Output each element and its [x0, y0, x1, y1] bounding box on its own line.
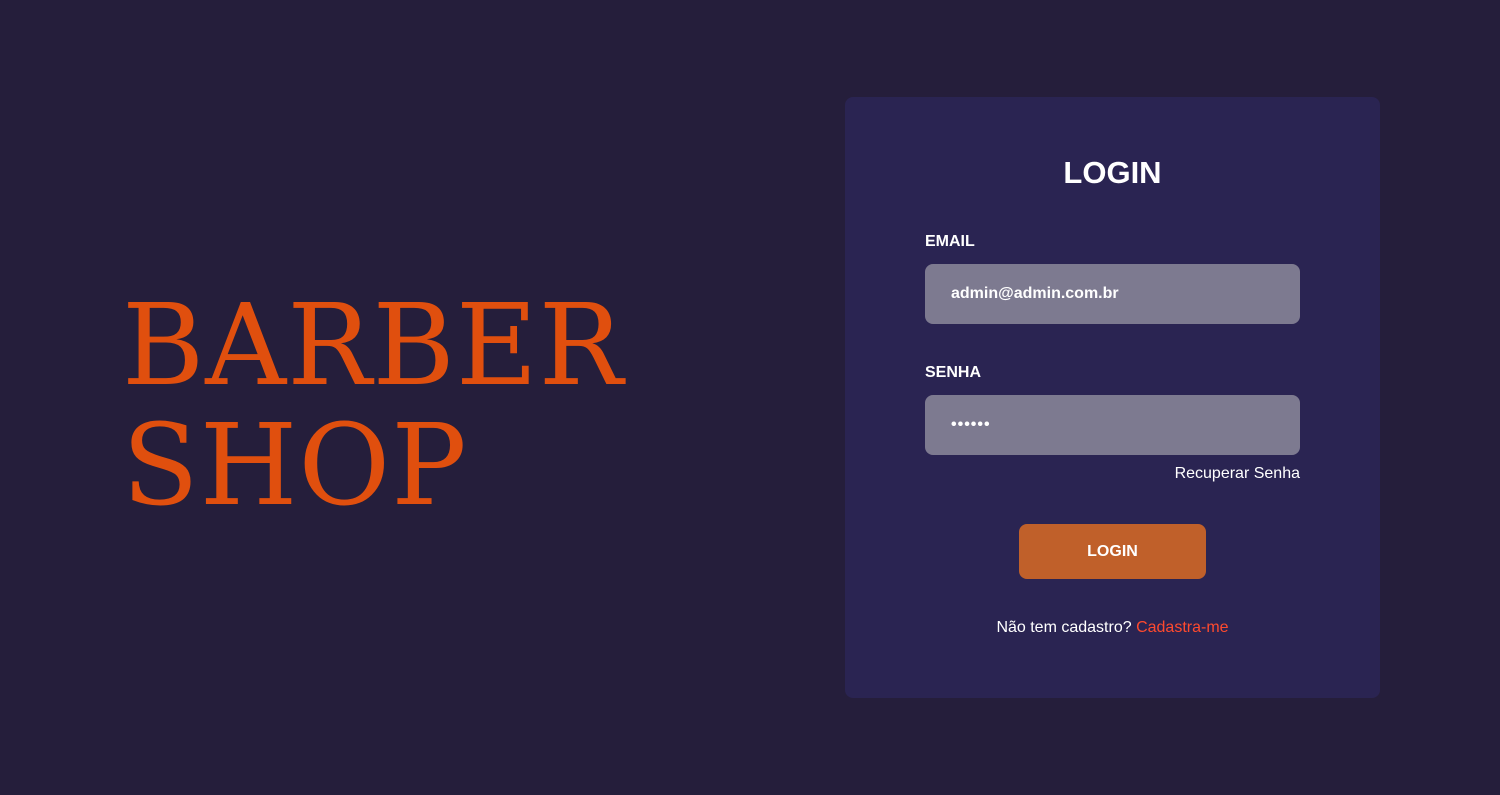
signup-prompt: Não tem cadastro? [996, 619, 1132, 636]
password-input[interactable] [925, 395, 1300, 455]
email-label: EMAIL [925, 233, 975, 250]
password-label: SENHA [925, 364, 982, 381]
login-page: BARBER SHOP LOGIN EMAIL SENHA Recuperar … [0, 0, 1500, 795]
login-title: LOGIN [1063, 155, 1162, 190]
brand-line-shop: SHOP [122, 401, 468, 531]
login-card: LOGIN EMAIL SENHA Recuperar Senha LOGIN … [845, 97, 1380, 698]
signup-link[interactable]: Cadastra-me [1136, 619, 1228, 636]
signup-row: Não tem cadastro? Cadastra-me [845, 619, 1380, 637]
email-input[interactable] [925, 264, 1300, 324]
brand-line-barber: BARBER [122, 281, 624, 411]
login-button[interactable]: LOGIN [1019, 524, 1206, 579]
recover-password-link[interactable]: Recuperar Senha [925, 465, 1300, 483]
brand-logo-text: BARBER SHOP [122, 286, 642, 526]
